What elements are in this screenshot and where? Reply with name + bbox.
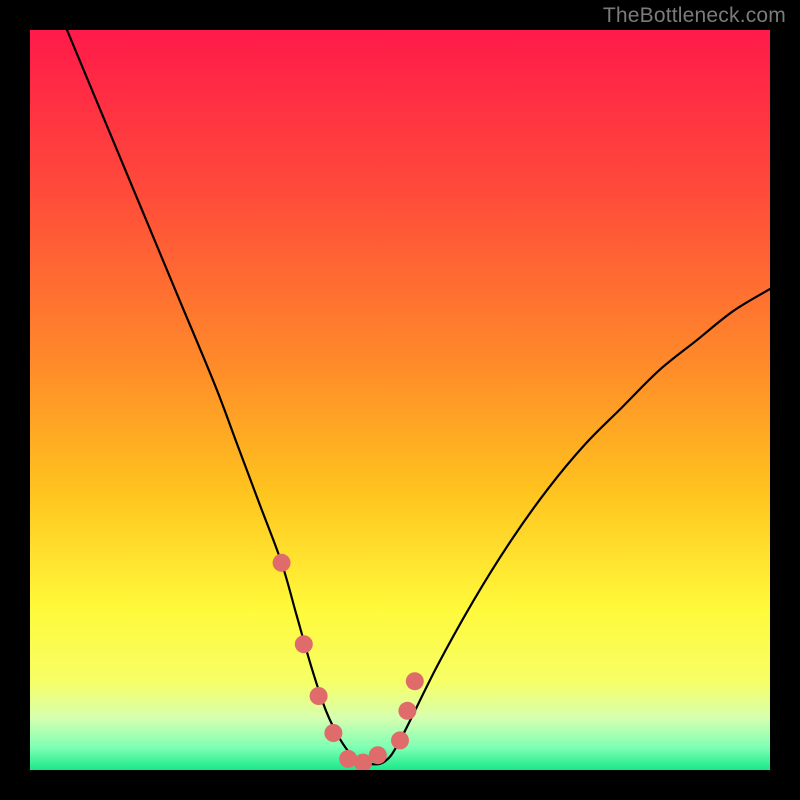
- highlight-dot: [310, 687, 328, 705]
- highlight-dot: [398, 702, 416, 720]
- highlight-dot: [324, 724, 342, 742]
- gradient-background: [30, 30, 770, 770]
- bottleneck-chart: [0, 0, 800, 800]
- highlight-dot: [369, 746, 387, 764]
- watermark-text: TheBottleneck.com: [603, 4, 786, 28]
- chart-stage: TheBottleneck.com: [0, 0, 800, 800]
- highlight-dot: [273, 554, 291, 572]
- highlight-dot: [391, 731, 409, 749]
- highlight-dot: [295, 635, 313, 653]
- highlight-dot: [406, 672, 424, 690]
